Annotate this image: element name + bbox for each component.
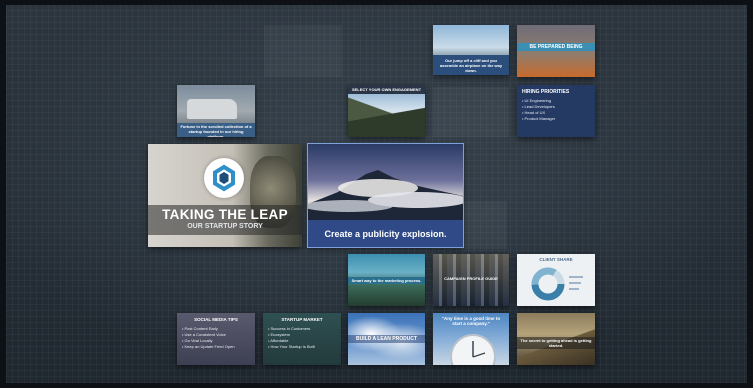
slide-wing[interactable]: Our jump off a cliff and you assemble an…	[433, 25, 509, 75]
logo-circle	[204, 158, 244, 198]
donut-chart-icon	[531, 267, 583, 301]
slide-mountain-header[interactable]: SELECT YOUR OWN ENGAGEMENT	[348, 85, 425, 137]
slide-title: SOCIAL MEDIA TIPS	[194, 317, 238, 322]
slide-title: SELECT YOUR OWN ENGAGEMENT	[348, 85, 425, 94]
slide-client-chart[interactable]: CLIENT SHARE	[517, 254, 595, 306]
slide-clock-quote[interactable]: "Any time is a good time to start a comp…	[433, 313, 509, 365]
slide-build-product[interactable]: BUILD A LEAN PRODUCT	[348, 313, 425, 365]
slide-list: Success in Customers Ecosystem Affordabl…	[268, 326, 338, 350]
clock-icon	[450, 334, 496, 365]
slide-aerial[interactable]: Smart way to the marketing process.	[348, 254, 425, 306]
slide-title: CAMPAIGN PROFILE GUIDE	[444, 276, 498, 281]
slide-social-media[interactable]: SOCIAL MEDIA TIPS Post Content Early Use…	[177, 313, 255, 365]
slide-title: HIRING PRIORITIES	[522, 89, 570, 95]
slide-caption: Smart way to the marketing process.	[348, 277, 425, 284]
slide-startup-market[interactable]: STARTUP MARKET Success in Customers Ecos…	[263, 313, 341, 365]
slide-road[interactable]: The secret to getting ahead is getting s…	[517, 313, 595, 365]
slide-subtitle: OUR STARTUP STORY	[187, 223, 263, 230]
hexagon-icon	[213, 164, 235, 192]
slide-van[interactable]: Fortune in the scrolled collection of a …	[177, 85, 255, 137]
slide-title: TAKING THE LEAP	[162, 207, 288, 222]
slide-title: BE PREPARED BEING	[517, 43, 595, 51]
slide-title: STARTUP MARKET	[281, 317, 323, 322]
slide-list: UI Engineering Lead Developers Head of U…	[522, 98, 592, 122]
slide-placeholder	[264, 25, 342, 77]
slide-overview-canvas: Our jump off a cliff and you assemble an…	[6, 5, 747, 383]
slide-list: Post Content Early Use a Consistent Voic…	[182, 326, 252, 350]
slide-title-taking-the-leap[interactable]: TAKING THE LEAP OUR STARTUP STORY	[148, 144, 302, 247]
slide-campaign[interactable]: CAMPAIGN PROFILE GUIDE	[433, 254, 509, 306]
slide-placeholder	[433, 87, 509, 137]
slide-publicity-explosion[interactable]: Create a publicity explosion.	[307, 143, 464, 248]
slide-caption: The secret to getting ahead is getting s…	[517, 337, 595, 349]
slide-be-prepared[interactable]: BE PREPARED BEING	[517, 25, 595, 77]
slide-caption: Our jump off a cliff and you assemble an…	[439, 58, 503, 73]
slide-caption: Fortune in the scrolled collection of a …	[177, 123, 255, 137]
slide-title: BUILD A LEAN PRODUCT	[348, 335, 425, 343]
slide-hiring-priorities[interactable]: HIRING PRIORITIES UI Engineering Lead De…	[517, 85, 595, 137]
slide-caption: Create a publicity explosion.	[324, 229, 447, 239]
